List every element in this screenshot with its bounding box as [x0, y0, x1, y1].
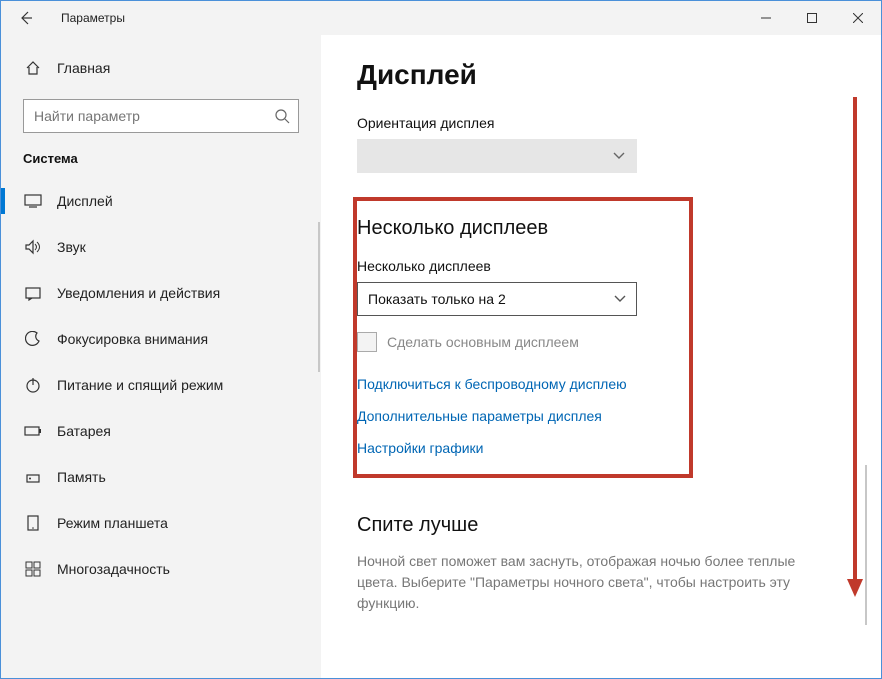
multitask-icon — [23, 561, 43, 577]
nav-label: Уведомления и действия — [57, 285, 220, 301]
display-icon — [23, 193, 43, 209]
nav-item-notifications[interactable]: Уведомления и действия — [1, 270, 321, 316]
minimize-icon — [761, 13, 771, 23]
close-button[interactable] — [835, 1, 881, 35]
nav-label: Фокусировка внимания — [57, 331, 208, 347]
nav-item-multitask[interactable]: Многозадачность — [1, 546, 321, 592]
search-input[interactable] — [23, 99, 299, 133]
nav-item-focus[interactable]: Фокусировка внимания — [1, 316, 321, 362]
maximize-icon — [807, 13, 817, 23]
multi-display-title: Несколько дисплеев — [357, 217, 671, 240]
nav-label: Память — [57, 469, 106, 485]
chevron-down-icon — [614, 295, 626, 303]
advanced-display-link[interactable]: Дополнительные параметры дисплея — [357, 408, 671, 424]
search-icon — [274, 108, 290, 124]
category-title: Система — [1, 151, 321, 166]
page-title: Дисплей — [357, 59, 841, 91]
search-field[interactable] — [34, 108, 274, 124]
titlebar: Параметры — [1, 1, 881, 35]
sidebar: Главная Система Дисплей Звук — [1, 35, 321, 678]
window-title: Параметры — [61, 11, 125, 25]
power-icon — [23, 377, 43, 393]
content-scrollbar[interactable] — [865, 465, 867, 625]
home-icon — [23, 60, 43, 76]
main-display-checkbox-label: Сделать основным дисплеем — [387, 334, 579, 350]
main-display-checkbox-row: Сделать основным дисплеем — [357, 332, 671, 352]
nav-label: Звук — [57, 239, 86, 255]
minimize-button[interactable] — [743, 1, 789, 35]
nav-item-sound[interactable]: Звук — [1, 224, 321, 270]
nav-item-display[interactable]: Дисплей — [1, 178, 321, 224]
maximize-button[interactable] — [789, 1, 835, 35]
nav-label: Многозадачность — [57, 561, 170, 577]
nav-label: Питание и спящий режим — [57, 377, 223, 393]
back-arrow-icon — [18, 10, 34, 26]
annotation-arrow-icon — [847, 97, 863, 597]
dropdown-value: Показать только на 2 — [368, 291, 506, 307]
notifications-icon — [23, 285, 43, 301]
content: Дисплей Ориентация дисплея Несколько дис… — [321, 35, 881, 678]
graphics-settings-link[interactable]: Настройки графики — [357, 440, 671, 456]
back-button[interactable] — [1, 1, 51, 35]
multi-display-dropdown[interactable]: Показать только на 2 — [357, 282, 637, 316]
main-display-checkbox[interactable] — [357, 332, 377, 352]
sleep-better-title: Спите лучше — [357, 514, 841, 537]
nav-item-power[interactable]: Питание и спящий режим — [1, 362, 321, 408]
nav-label: Дисплей — [57, 193, 113, 209]
tablet-icon — [23, 515, 43, 531]
sound-icon — [23, 239, 43, 255]
chevron-down-icon — [613, 152, 625, 160]
nav-label: Режим планшета — [57, 515, 168, 531]
sidebar-scrollbar[interactable] — [318, 222, 320, 372]
home-label: Главная — [57, 60, 110, 76]
nav-item-battery[interactable]: Батарея — [1, 408, 321, 454]
close-icon — [853, 13, 863, 23]
settings-window: Параметры Главная Система — [0, 0, 882, 679]
orientation-label: Ориентация дисплея — [357, 115, 841, 131]
nav-item-storage[interactable]: Память — [1, 454, 321, 500]
body: Главная Система Дисплей Звук — [1, 35, 881, 678]
multi-display-label: Несколько дисплеев — [357, 258, 671, 274]
storage-icon — [23, 469, 43, 485]
nav-item-tablet[interactable]: Режим планшета — [1, 500, 321, 546]
orientation-dropdown[interactable] — [357, 139, 637, 173]
focus-icon — [23, 331, 43, 347]
battery-icon — [23, 425, 43, 437]
sleep-better-desc: Ночной свет поможет вам заснуть, отображ… — [357, 551, 837, 614]
highlight-box: Несколько дисплеев Несколько дисплеев По… — [353, 197, 693, 478]
nav-list: Дисплей Звук Уведомления и действия — [1, 178, 321, 678]
home-button[interactable]: Главная — [1, 49, 321, 87]
wireless-display-link[interactable]: Подключиться к беспроводному дисплею — [357, 376, 671, 392]
nav-label: Батарея — [57, 423, 111, 439]
